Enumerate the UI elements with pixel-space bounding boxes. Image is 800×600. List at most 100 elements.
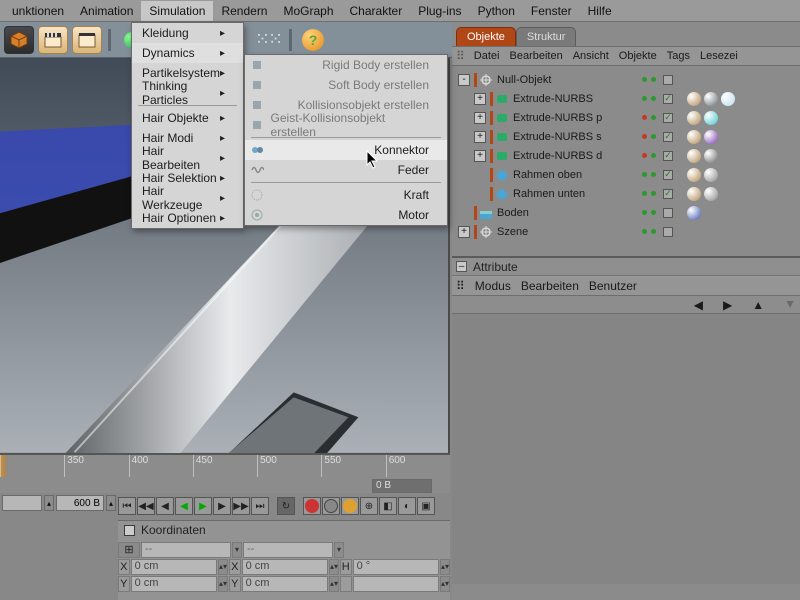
material-tag-icon[interactable] — [704, 187, 718, 201]
menubar-item-rendern[interactable]: Rendern — [213, 1, 275, 21]
material-tag-icon[interactable] — [687, 111, 701, 125]
menu-item-kleidung[interactable]: Kleidung▸ — [132, 23, 243, 43]
visibility-dot[interactable] — [651, 96, 656, 101]
visibility-dot[interactable] — [642, 153, 647, 158]
menu-item-motor[interactable]: Motor — [245, 205, 447, 225]
om-menu-tags[interactable]: Tags — [667, 50, 690, 62]
material-tag-icon[interactable] — [704, 130, 718, 144]
coord-spinner[interactable]: ▴▾ — [218, 576, 228, 592]
coord-spinner[interactable]: ▾ — [232, 542, 242, 558]
menu-item-kraft[interactable]: Kraft — [245, 185, 447, 205]
loop-button[interactable]: ↻ — [277, 497, 295, 515]
menubar-item-unktionen[interactable]: unktionen — [4, 1, 72, 21]
tab-objekte[interactable]: Objekte — [456, 27, 516, 46]
menu-item-dynamics[interactable]: Dynamics▸ — [132, 43, 243, 63]
goto-start-button[interactable]: ⏮ — [118, 497, 136, 515]
key-pos-button[interactable]: ⊕ — [360, 497, 378, 515]
om-menu-ansicht[interactable]: Ansicht — [573, 50, 609, 62]
attr-menu-bearbeiten[interactable]: Bearbeiten — [521, 279, 579, 293]
key-mode-icon[interactable] — [341, 497, 359, 515]
primitive-cube-icon[interactable] — [4, 26, 34, 54]
menu-item-hair-bearbeiten[interactable]: Hair Bearbeiten▸ — [132, 148, 243, 168]
timeline[interactable]: 350400450500550600 0 B — [0, 453, 450, 493]
enable-checkbox[interactable]: ✓ — [663, 170, 673, 180]
visibility-dot[interactable] — [642, 96, 647, 101]
material-tag-icon[interactable] — [687, 168, 701, 182]
attr-menu-modus[interactable]: Modus — [475, 279, 511, 293]
autokey-button[interactable] — [322, 497, 340, 515]
attr-nav-fwd[interactable]: ◀ — [723, 298, 732, 312]
om-menu-lesezei[interactable]: Lesezei — [700, 50, 738, 62]
menubar-item-mograph[interactable]: MoGraph — [275, 1, 341, 21]
start-frame-spinner[interactable]: ▴ — [44, 495, 54, 511]
menubar-item-python[interactable]: Python — [470, 1, 523, 21]
coord-spinner[interactable]: ▾ — [334, 542, 344, 558]
visibility-dot[interactable] — [642, 115, 647, 120]
main-menubar[interactable]: unktionenAnimationSimulationRendernMoGra… — [0, 0, 800, 22]
tree-expander[interactable]: + — [474, 150, 486, 162]
coord-value[interactable]: 0 cm — [242, 576, 328, 592]
menubar-item-hilfe[interactable]: Hilfe — [580, 1, 620, 21]
panel-grip-icon[interactable]: ⠿ — [456, 49, 464, 63]
key-scale-button[interactable]: ◧ — [379, 497, 397, 515]
step-forward-key-button[interactable]: ▶▶ — [232, 497, 250, 515]
record-key-button[interactable] — [303, 497, 321, 515]
coord-spinner[interactable]: ▴▾ — [329, 576, 339, 592]
visibility-dot[interactable] — [642, 172, 647, 177]
visibility-dot[interactable] — [642, 210, 647, 215]
attr-menu-benutzer[interactable]: Benutzer — [589, 279, 637, 293]
visibility-dot[interactable] — [651, 172, 656, 177]
attr-nav-back[interactable]: ◀ — [694, 298, 703, 312]
visibility-dot[interactable] — [642, 191, 647, 196]
material-tag-icon[interactable] — [704, 168, 718, 182]
menu-item-feder[interactable]: Feder — [245, 160, 447, 180]
coord-spinner[interactable]: ▴▾ — [440, 576, 450, 592]
attr-nav-up[interactable]: ▲ — [752, 298, 764, 312]
coord-spinner[interactable]: ▴▾ — [440, 559, 450, 575]
coord-spinner[interactable]: ▴▾ — [218, 559, 228, 575]
tree-expander[interactable]: + — [474, 131, 486, 143]
visibility-dot[interactable] — [651, 134, 656, 139]
visibility-dot[interactable] — [651, 210, 656, 215]
visibility-dot[interactable] — [651, 229, 656, 234]
attr-expander[interactable]: – — [456, 261, 467, 272]
key-rot-button[interactable]: ◐ — [398, 497, 416, 515]
material-tag-icon[interactable] — [704, 111, 718, 125]
material-tag-icon[interactable] — [687, 92, 701, 106]
menubar-item-animation[interactable]: Animation — [72, 1, 141, 21]
object-tree[interactable]: - Null-Objekt+ Extrude-NURBS+ Extrude-NU… — [452, 66, 800, 258]
step-back-key-button[interactable]: ◀◀ — [137, 497, 155, 515]
material-tag-icon[interactable] — [687, 206, 701, 220]
visibility-dot[interactable] — [651, 77, 656, 82]
om-menu-datei[interactable]: Datei — [474, 50, 500, 62]
enable-checkbox[interactable]: ✓ — [663, 189, 673, 199]
timeline-ruler[interactable]: 350400450500550600 — [0, 455, 450, 477]
menubar-item-charakter[interactable]: Charakter — [342, 1, 411, 21]
menu-item-hair-objekte[interactable]: Hair Objekte▸ — [132, 108, 243, 128]
step-forward-button[interactable]: ▶ — [213, 497, 231, 515]
coord-value[interactable]: 0 cm — [131, 576, 217, 592]
visibility-dot[interactable] — [642, 77, 647, 82]
coord-value[interactable] — [353, 576, 439, 592]
enable-checkbox[interactable]: ✓ — [663, 132, 673, 142]
material-tag-icon[interactable] — [704, 149, 718, 163]
visibility-dot[interactable] — [651, 153, 656, 158]
menu-item-konnektor[interactable]: Konnektor — [245, 140, 447, 160]
tab-struktur[interactable]: Struktur — [516, 27, 577, 46]
attr-nav-down[interactable]: ▲ — [784, 298, 796, 312]
picture-viewer-icon[interactable] — [72, 26, 102, 54]
menu-item-hair-werkzeuge[interactable]: Hair Werkzeuge▸ — [132, 188, 243, 208]
dynamics-submenu[interactable]: Rigid Body erstellenSoft Body erstellenK… — [244, 54, 448, 226]
coord-value[interactable]: 0 ° — [353, 559, 439, 575]
menu-item-thinking-particles[interactable]: Thinking Particles▸ — [132, 83, 243, 103]
coord-value[interactable]: 0 cm — [131, 559, 217, 575]
tree-expander[interactable]: + — [474, 112, 486, 124]
play-forward-button[interactable]: ▶ — [194, 497, 212, 515]
end-frame-input[interactable] — [56, 495, 104, 511]
coord-value[interactable]: 0 cm — [242, 559, 328, 575]
particles-icon[interactable]: ⁙⁙ — [253, 26, 283, 54]
render-clapboard-icon[interactable] — [38, 26, 68, 54]
material-tag-icon[interactable] — [687, 130, 701, 144]
enable-checkbox[interactable]: ✓ — [663, 113, 673, 123]
visibility-dot[interactable] — [651, 191, 656, 196]
